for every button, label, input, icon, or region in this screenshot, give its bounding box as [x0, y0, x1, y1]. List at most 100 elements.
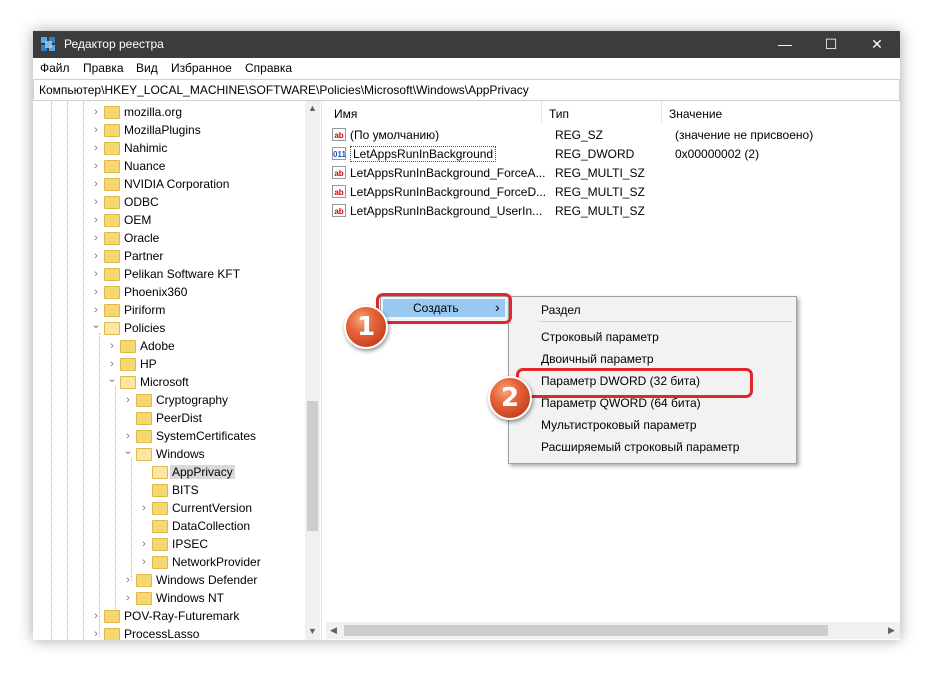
list-horizontal-scrollbar[interactable]: ◀ ▶ [326, 622, 900, 639]
menu-help[interactable]: Справка [245, 61, 292, 75]
tree-item[interactable]: › SystemCertificates [123, 427, 303, 445]
scroll-thumb[interactable] [344, 625, 828, 636]
value-row[interactable]: ab LetAppsRunInBackground_ForceD... REG_MU… [332, 182, 892, 201]
scroll-left-icon[interactable]: ◀ [326, 623, 341, 638]
tree-item[interactable]: ⌄ Policies [91, 319, 303, 337]
menu-edit[interactable]: Правка [83, 61, 124, 75]
tree-item[interactable]: › NVIDIA Corporation [91, 175, 303, 193]
tree-item[interactable]: DataCollection [139, 517, 303, 535]
chevron-right-icon[interactable]: › [91, 247, 101, 265]
tree-item[interactable]: › ODBC [91, 193, 303, 211]
folder-icon [136, 574, 152, 587]
tree-item[interactable]: › Windows Defender [123, 571, 303, 589]
tree-item[interactable]: › Windows NT [123, 589, 303, 607]
value-type: REG_SZ [555, 128, 604, 142]
column-divider[interactable] [661, 101, 662, 123]
menu-view[interactable]: Вид [136, 61, 158, 75]
tree-item[interactable]: ⌄ Windows [123, 445, 303, 463]
tree-item[interactable]: › Cryptography [123, 391, 303, 409]
chevron-right-icon[interactable]: › [91, 265, 101, 283]
column-header-name[interactable]: Имя [334, 107, 357, 121]
chevron-right-icon[interactable]: › [91, 139, 101, 157]
chevron-right-icon[interactable]: › [123, 589, 133, 607]
submenu-string-value[interactable]: Строковый параметр [511, 328, 792, 348]
column-divider[interactable] [541, 101, 542, 123]
chevron-right-icon[interactable]: › [91, 121, 101, 139]
maximize-button[interactable]: ☐ [808, 31, 854, 58]
value-row[interactable]: ab (По умолчанию) REG_SZ (значение не присв… [332, 125, 892, 144]
value-row[interactable]: 011 LetAppsRunInBackground REG_DWORD 0x0000… [332, 144, 892, 163]
tree-item-label: AppPrivacy [170, 465, 235, 479]
chevron-right-icon[interactable]: › [139, 499, 149, 517]
column-header-type[interactable]: Тип [549, 107, 569, 121]
tree-vertical-scrollbar[interactable]: ▲ ▼ [305, 101, 320, 640]
folder-icon [120, 358, 136, 371]
chevron-right-icon[interactable]: › [107, 355, 117, 373]
chevron-down-icon[interactable]: ⌄ [107, 373, 117, 391]
chevron-right-icon[interactable]: › [107, 337, 117, 355]
chevron-right-icon[interactable]: › [91, 607, 101, 625]
tree-item[interactable]: BITS [139, 481, 303, 499]
tree-item[interactable]: › POV-Ray-Futuremark [91, 607, 303, 625]
chevron-right-icon[interactable]: › [91, 625, 101, 640]
tree-item[interactable]: › NetworkProvider [139, 553, 303, 571]
value-type: REG_MULTI_SZ [555, 204, 645, 218]
menu-favorites[interactable]: Избранное [171, 61, 232, 75]
tree-item[interactable]: › MozillaPlugins [91, 121, 303, 139]
chevron-right-icon[interactable]: › [91, 157, 101, 175]
tree-item[interactable]: › Adobe [107, 337, 303, 355]
chevron-right-icon[interactable]: › [123, 391, 133, 409]
chevron-right-icon[interactable]: › [91, 193, 101, 211]
tree-item[interactable]: › OEM [91, 211, 303, 229]
tree-item[interactable]: › HP [107, 355, 303, 373]
chevron-right-icon[interactable]: › [91, 211, 101, 229]
tree-item[interactable]: AppPrivacy [139, 463, 303, 481]
column-header-value[interactable]: Значение [669, 107, 722, 121]
chevron-right-icon[interactable]: › [91, 175, 101, 193]
minimize-button[interactable]: — [762, 31, 808, 58]
chevron-right-icon[interactable]: › [91, 103, 101, 121]
chevron-right-icon[interactable]: › [91, 283, 101, 301]
tree-item-label: Policies [124, 321, 166, 335]
tree-item-label: HP [140, 357, 157, 371]
scroll-down-icon[interactable]: ▼ [305, 624, 320, 639]
tree-item[interactable]: › ProcessLasso [91, 625, 303, 640]
tree-item[interactable]: › Nuance [91, 157, 303, 175]
tree-item[interactable]: › Pelikan Software KFT [91, 265, 303, 283]
chevron-right-icon[interactable]: › [91, 301, 101, 319]
tree-item[interactable]: › Partner [91, 247, 303, 265]
tree-item[interactable]: › Phoenix360 [91, 283, 303, 301]
tree-item[interactable]: › mozilla.org [91, 103, 303, 121]
chevron-right-icon[interactable]: › [139, 553, 149, 571]
chevron-right-icon[interactable]: › [91, 229, 101, 247]
chevron-down-icon[interactable]: ⌄ [91, 319, 101, 337]
submenu-item-label: Расширяемый строковый параметр [541, 440, 740, 454]
address-bar[interactable]: Компьютер\HKEY_LOCAL_MACHINE\SOFTWARE\Po… [33, 79, 900, 101]
submenu-expandable-string-value[interactable]: Расширяемый строковый параметр [511, 438, 792, 458]
submenu-binary-value[interactable]: Двоичный параметр [511, 350, 792, 370]
chevron-down-icon[interactable]: ⌄ [123, 445, 133, 463]
tree-item[interactable]: PeerDist [123, 409, 303, 427]
chevron-right-icon[interactable]: › [123, 571, 133, 589]
tree-item[interactable]: › Oracle [91, 229, 303, 247]
submenu-multi-string-value[interactable]: Мультистроковый параметр [511, 416, 792, 436]
chevron-right-icon[interactable]: › [123, 427, 133, 445]
tree-item[interactable]: › Piriform [91, 301, 303, 319]
scroll-thumb[interactable] [307, 401, 318, 531]
tree-item[interactable]: › Nahimic [91, 139, 303, 157]
chevron-right-icon[interactable]: › [139, 535, 149, 553]
tree-item[interactable]: › CurrentVersion [139, 499, 303, 517]
folder-icon [152, 466, 168, 479]
title-bar[interactable]: Редактор реестра — ✕ ☐ [33, 31, 900, 58]
close-button[interactable]: ✕ [854, 31, 900, 58]
value-type: REG_MULTI_SZ [555, 166, 645, 180]
menu-file[interactable]: Файл [40, 61, 70, 75]
submenu-key[interactable]: Раздел [511, 301, 792, 321]
value-row[interactable]: ab LetAppsRunInBackground_ForceA... REG_MU… [332, 163, 892, 182]
tree-item[interactable]: › IPSEC [139, 535, 303, 553]
value-row[interactable]: ab LetAppsRunInBackground_UserIn... REG_MU… [332, 201, 892, 220]
scroll-up-icon[interactable]: ▲ [305, 101, 320, 116]
tree-item[interactable]: ⌄ Microsoft [107, 373, 303, 391]
scroll-right-icon[interactable]: ▶ [884, 623, 899, 638]
key-tree[interactable]: › mozilla.org › MozillaPlugins › Nahimic › Nuan… [33, 101, 322, 640]
